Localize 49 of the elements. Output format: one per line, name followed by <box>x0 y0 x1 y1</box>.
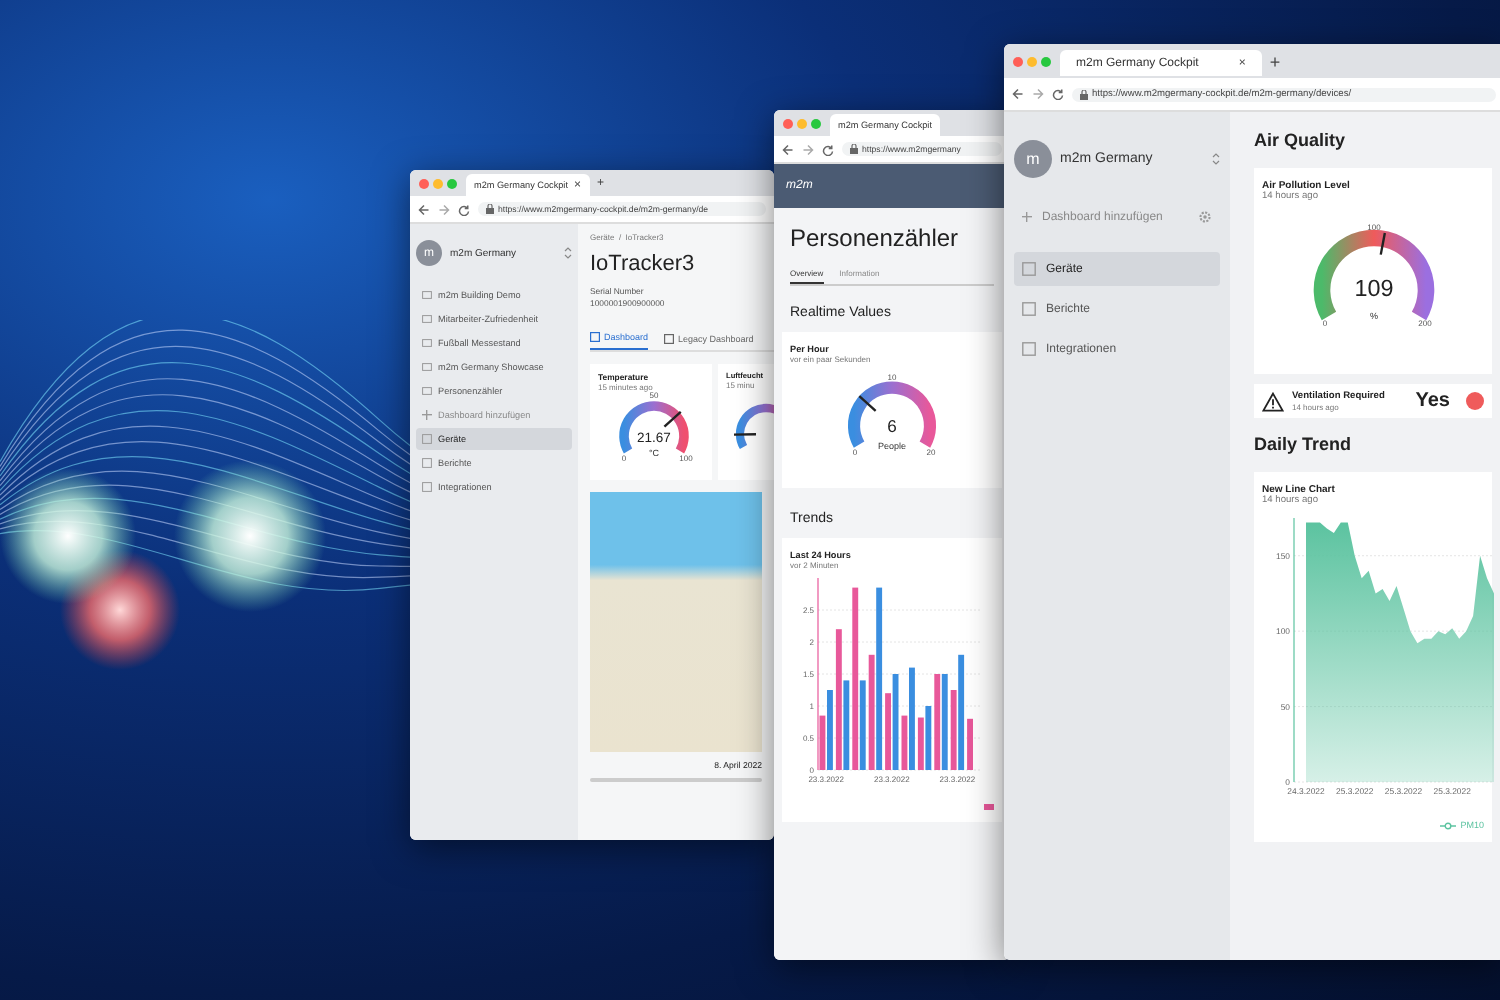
gauge-arc <box>619 401 689 454</box>
back-arrow-icon[interactable] <box>418 203 430 215</box>
dashboard-icon <box>422 338 432 348</box>
gauge-arc <box>1312 229 1434 320</box>
page-title: Personenzähler <box>790 224 961 252</box>
gauge-value: 6 <box>887 415 897 436</box>
section-heading: Air Quality <box>1254 130 1348 150</box>
dashboard-icon <box>422 290 432 300</box>
chevron-icon[interactable] <box>564 246 572 260</box>
grid-icon <box>664 333 675 343</box>
gauge-arc <box>735 403 774 449</box>
window-controls-icon[interactable] <box>418 177 458 189</box>
forward-arrow-icon[interactable] <box>438 203 450 215</box>
warning-icon <box>1262 391 1284 411</box>
new-tab-button[interactable]: + <box>1269 51 1281 71</box>
section-heading: Daily Trend <box>1254 434 1354 454</box>
lock-icon <box>850 144 858 154</box>
dashboard-icon <box>422 314 432 324</box>
chevron-icon[interactable] <box>1212 152 1220 166</box>
gear-icon[interactable] <box>1198 210 1212 224</box>
reload-icon[interactable] <box>458 203 470 215</box>
legend-swatch <box>984 804 994 810</box>
dashboard-icon <box>422 386 432 396</box>
reload-icon[interactable] <box>822 143 834 155</box>
line-dot-icon <box>1440 821 1457 829</box>
forward-arrow-icon[interactable] <box>1032 88 1044 100</box>
reload-icon[interactable] <box>1052 88 1064 100</box>
square-icon <box>1022 302 1036 316</box>
square-icon <box>422 434 432 444</box>
avatar: m <box>1014 140 1052 178</box>
square-icon <box>422 458 432 468</box>
gauge-value: 109 <box>1353 276 1393 302</box>
page-title: IoTracker3 <box>590 252 697 276</box>
square-icon <box>1022 342 1036 356</box>
plus-icon <box>1022 212 1032 222</box>
lock-icon <box>1080 89 1088 99</box>
square-icon <box>1022 262 1036 276</box>
dashboard-icon <box>422 362 432 372</box>
lock-icon <box>486 204 494 214</box>
gauge-arc <box>848 381 936 448</box>
alert-value: Yes <box>1415 390 1450 412</box>
back-arrow-icon[interactable] <box>782 143 794 155</box>
grid-icon <box>590 332 600 342</box>
square-icon <box>422 482 432 492</box>
window-controls-icon[interactable] <box>782 117 822 129</box>
window-controls-icon[interactable] <box>1012 55 1052 67</box>
forward-arrow-icon[interactable] <box>802 143 814 155</box>
back-arrow-icon[interactable] <box>1012 88 1024 100</box>
plus-icon <box>422 410 432 420</box>
